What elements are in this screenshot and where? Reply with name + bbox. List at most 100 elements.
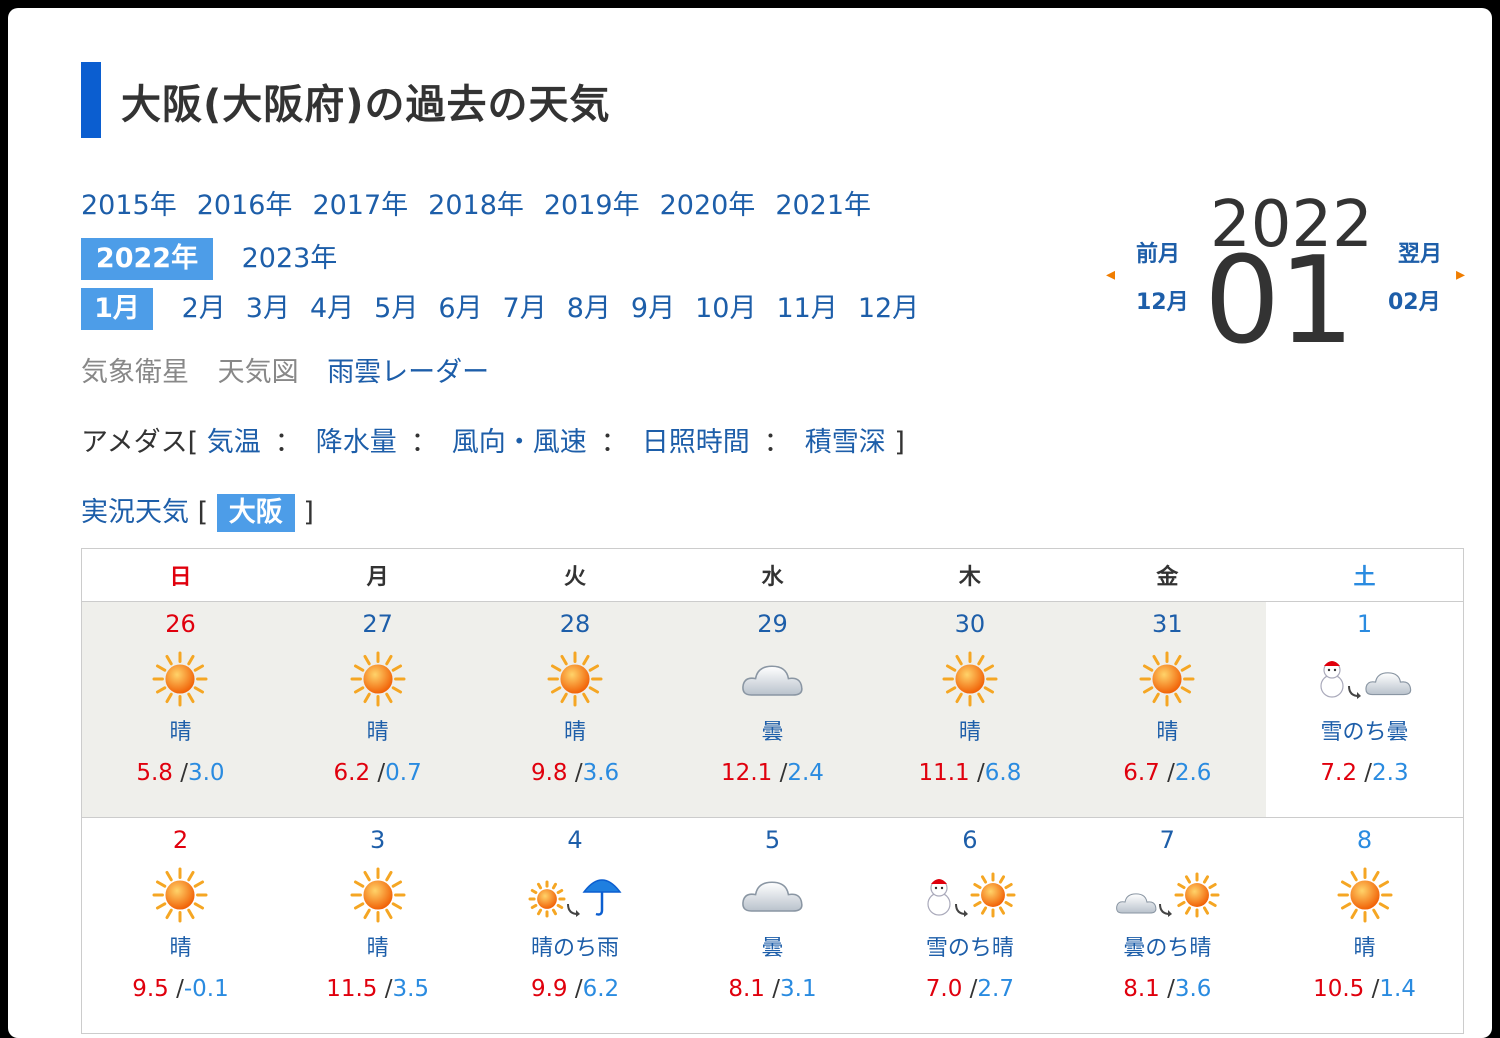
temp-separator: / [1159,760,1175,786]
year-link-2023[interactable]: 2023年 [242,236,338,275]
weekday-header-cell: 火 [476,548,674,602]
temperature-pair: 7.0 /2.7 [871,976,1068,1002]
weather-cloud-icon [674,648,871,710]
weekday-header-cell: 日 [81,548,279,602]
month-link[interactable]: 3月 [246,286,290,325]
high-temp: 7.0 [925,976,963,1002]
amedas-link[interactable]: 風向・風速 [452,427,587,458]
weather-label[interactable]: 晴 [476,714,673,745]
month-link[interactable]: 9月 [631,286,675,325]
amedas-prefix: アメダス[ [81,427,199,458]
prev-month-label[interactable]: 前月 [1136,236,1180,268]
amedas-suffix: ] [894,427,905,458]
next-month-value[interactable]: 02月 [1388,284,1441,316]
weather-label[interactable]: 曇のち晴 [1069,930,1266,961]
month-link[interactable]: 7月 [503,286,547,325]
amedas-separator: ： [410,427,438,458]
high-temp: 6.7 [1123,760,1160,786]
weather-sun-icon [476,648,673,710]
year-link[interactable]: 2018年 [428,183,524,222]
calendar-day-cell[interactable]: 26 晴 5.8 /3.0 [81,601,279,818]
amedas-separator: ： [763,427,791,458]
low-temp: 0.7 [385,760,422,786]
weather-label[interactable]: 曇 [674,930,871,961]
year-link[interactable]: 2017年 [312,183,408,222]
weather-label[interactable]: 雪のち晴 [871,930,1068,961]
amedas-link[interactable]: 日照時間 [642,427,750,458]
calendar-day-cell[interactable]: 30 晴 11.1 /6.8 [871,601,1069,818]
month-link[interactable]: 8月 [567,286,611,325]
jikkyo-link[interactable]: 実況天気 [81,497,189,528]
page-title: 大阪(大阪府)の過去の天気 [121,82,611,128]
weather-label[interactable]: 晴 [871,714,1068,745]
month-link[interactable]: 5月 [374,286,418,325]
current-month: 01 [1204,232,1355,371]
calendar-week-row: 26 晴 5.8 /3.0 27 晴 6.2 /0.7 28 晴 9.8 /3.6 29 曇… [81,601,1464,818]
weather-label[interactable]: 曇 [674,714,871,745]
calendar-day-cell[interactable]: 8 晴 10.5 /1.4 [1266,817,1464,1034]
year-link[interactable]: 2021年 [775,183,871,222]
high-temp: 11.1 [918,760,970,786]
weather-sun-icon [279,648,476,710]
month-selected[interactable]: 1月 [81,288,153,330]
weather-label[interactable]: 晴 [1069,714,1266,745]
month-links-row: 1月 2月 3月 4月 5月 6月 7月 8月 9月 10月 11月 12月 [81,286,939,330]
temperature-pair: 8.1 /3.6 [1069,976,1266,1002]
calendar-day-cell[interactable]: 1 雪のち曇 7.2 /2.3 [1266,601,1464,818]
next-month-label[interactable]: 翌月 [1398,236,1442,268]
month-link[interactable]: 4月 [310,286,354,325]
amedas-link[interactable]: 積雪深 [805,427,886,458]
high-temp: 9.5 [132,976,169,1002]
weather-label[interactable]: 晴 [1266,930,1463,961]
calendar-day-cell[interactable]: 27 晴 6.2 /0.7 [278,601,477,818]
year-link[interactable]: 2016年 [197,183,293,222]
year-link[interactable]: 2020年 [660,183,756,222]
calendar-day-cell[interactable]: 2 晴 9.5 /-0.1 [81,817,279,1034]
low-temp: 2.4 [787,760,824,786]
next-arrow-icon[interactable]: ▸ [1456,264,1465,285]
calendar-day-cell[interactable]: 28 晴 9.8 /3.6 [476,601,674,818]
weather-label[interactable]: 晴のち雨 [476,930,673,961]
weather-label[interactable]: 晴 [82,930,279,961]
temp-separator: / [567,976,583,1002]
month-link[interactable]: 12月 [858,286,919,325]
calendar-day-cell[interactable]: 3 晴 11.5 /3.5 [278,817,477,1034]
temperature-pair: 6.2 /0.7 [279,760,476,786]
weather-label[interactable]: 雪のち曇 [1266,714,1463,745]
year-link[interactable]: 2019年 [544,183,640,222]
weather-label[interactable]: 晴 [82,714,279,745]
radar-link[interactable]: 雨雲レーダー [327,350,489,389]
jikkyo-selected-city[interactable]: 大阪 [216,494,295,532]
calendar-day-cell[interactable]: 6 雪のち晴 7.0 /2.7 [871,817,1069,1034]
temperature-pair: 11.5 /3.5 [279,976,476,1002]
amedas-link[interactable]: 気温 [207,427,261,458]
weather-label[interactable]: 晴 [279,714,476,745]
weekday-header-cell: 水 [673,548,872,602]
calendar-day-cell[interactable]: 29 曇 12.1 /2.4 [673,601,872,818]
day-number: 3 [369,826,386,854]
high-temp: 10.5 [1313,976,1365,1002]
calendar-day-cell[interactable]: 31 晴 6.7 /2.6 [1068,601,1267,818]
month-link[interactable]: 11月 [776,286,837,325]
weather-sun-icon [1069,648,1266,710]
calendar-day-cell[interactable]: 7 曇のち晴 8.1 /3.6 [1068,817,1267,1034]
amedas-separator: ： [600,427,628,458]
jikkyo-row: 実況天気 [ 大阪 ] [81,490,314,532]
temp-separator: / [1364,976,1380,1002]
temp-separator: / [1356,760,1373,786]
low-temp: 1.4 [1379,976,1416,1002]
prev-arrow-icon[interactable]: ◂ [1106,264,1115,285]
calendar-day-cell[interactable]: 5 曇 8.1 /3.1 [673,817,872,1034]
calendar-day-cell[interactable]: 4 晴のち雨 9.9 /6.2 [476,817,674,1034]
year-selected[interactable]: 2022年 [81,238,213,280]
month-link[interactable]: 2月 [182,286,226,325]
month-link[interactable]: 10月 [695,286,756,325]
year-link[interactable]: 2015年 [81,183,177,222]
month-link[interactable]: 6月 [438,286,482,325]
satellite-link: 気象衛星 [81,357,189,388]
amedas-link[interactable]: 降水量 [316,427,397,458]
weather-label[interactable]: 晴 [279,930,476,961]
prev-month-value[interactable]: 12月 [1136,284,1189,316]
low-temp: 3.6 [1174,976,1212,1002]
weekday-header-cell: 木 [871,548,1069,602]
